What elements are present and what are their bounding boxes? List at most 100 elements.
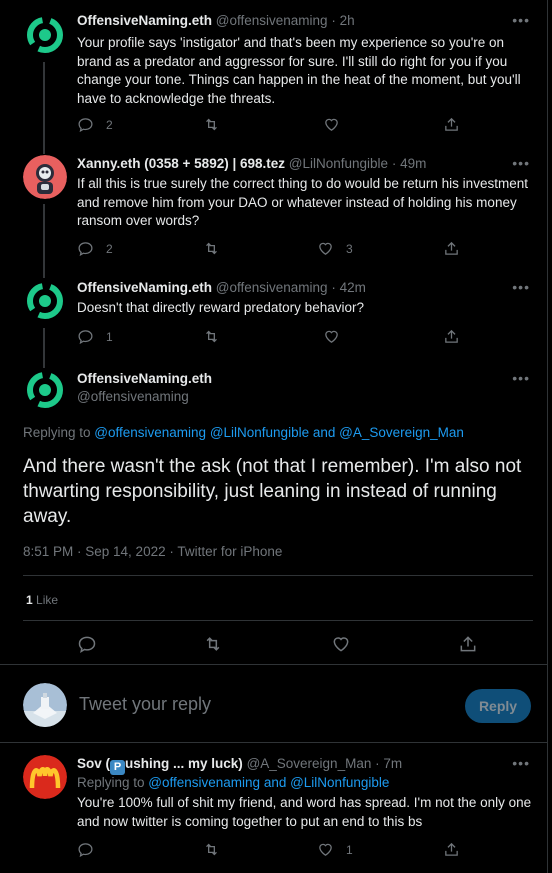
focused-actions xyxy=(77,634,477,656)
heart-icon xyxy=(333,637,349,652)
like-stats[interactable]: 1 Like xyxy=(26,593,58,607)
display-name[interactable]: OffensiveNaming.eth xyxy=(77,371,212,386)
tweet-actions: 2 3 xyxy=(77,240,467,260)
tweet[interactable]: Sov (Pushing ... my luck) @A_Sovereign_M… xyxy=(0,743,548,873)
like-action[interactable]: 3 xyxy=(317,240,353,257)
focused-tweet: OffensiveNaming.eth @offensivenaming •••… xyxy=(0,364,548,664)
display-name[interactable]: OffensiveNaming.eth xyxy=(77,13,212,28)
tweet-header: OffensiveNaming.eth @offensivenaming · 4… xyxy=(77,280,366,295)
user-handle[interactable]: @offensivenaming xyxy=(216,13,328,28)
composer-avatar[interactable] xyxy=(23,683,67,727)
reply-count: 2 xyxy=(106,117,113,132)
like-action[interactable] xyxy=(331,634,351,654)
replying-to-links[interactable]: @offensivenaming @LilNonfungible and @A_… xyxy=(94,425,464,440)
parking-badge-icon: P xyxy=(110,760,126,775)
tweet-text: Your profile says 'instigator' and that'… xyxy=(77,35,521,106)
share-icon xyxy=(460,636,476,652)
like-count: 1 xyxy=(346,842,353,857)
display-name-suffix[interactable]: ushing ... my luck) xyxy=(125,756,243,771)
replying-to-label: Replying to xyxy=(23,425,95,440)
more-icon[interactable]: ••• xyxy=(512,755,530,771)
focused-tweet-text: And there wasn't the ask (not that I rem… xyxy=(23,456,522,527)
user-handle[interactable]: @LilNonfungible xyxy=(289,156,388,171)
tweet-subheader: @offensivenaming xyxy=(77,389,189,404)
like-action[interactable]: 1 xyxy=(317,841,353,858)
tweet-actions: 1 xyxy=(77,328,467,348)
like-stat-count: 1 xyxy=(26,593,33,607)
reply-action[interactable]: 2 xyxy=(77,240,113,257)
avatar[interactable] xyxy=(23,368,67,412)
user-handle[interactable]: @offensivenaming xyxy=(77,389,189,404)
separator: · xyxy=(331,13,336,28)
reply-action[interactable]: 1 xyxy=(77,328,113,345)
retweet-icon xyxy=(206,843,217,856)
reply-icon xyxy=(78,118,93,133)
avatar[interactable] xyxy=(23,755,67,799)
timestamp[interactable]: 7m xyxy=(383,756,402,771)
share-icon xyxy=(445,241,458,255)
tweet-timestamp[interactable]: 8:51 PM · Sep 14, 2022 · Twitter for iPh… xyxy=(23,544,282,559)
share-action[interactable] xyxy=(443,328,460,345)
reply-input[interactable]: Tweet your reply xyxy=(79,694,211,715)
reply-action[interactable] xyxy=(77,634,97,654)
share-action[interactable] xyxy=(443,116,460,133)
timestamp[interactable]: 49m xyxy=(400,156,426,171)
tweet[interactable]: OffensiveNaming.eth @offensivenaming · 4… xyxy=(0,274,548,364)
replying-to: Replying to @offensivenaming @LilNonfung… xyxy=(23,425,464,440)
replying-to-label: Replying to xyxy=(77,775,149,790)
replying-to: Replying to @offensivenaming and @LilNon… xyxy=(77,775,389,790)
replying-to-links[interactable]: @offensivenaming and @LilNonfungible xyxy=(148,775,389,790)
avatar[interactable] xyxy=(23,279,67,323)
avatar[interactable] xyxy=(23,13,67,57)
more-icon[interactable]: ••• xyxy=(512,279,530,295)
retweet-action[interactable] xyxy=(203,240,232,257)
retweet-icon xyxy=(206,637,220,651)
heart-icon xyxy=(325,330,338,343)
separator: · xyxy=(331,280,336,295)
like-stat-label: Like xyxy=(36,593,59,607)
tweet[interactable]: Xanny.eth (0358 + 5892) | 698.tez @LilNo… xyxy=(0,150,548,274)
reply-count: 1 xyxy=(106,329,113,344)
heart-icon xyxy=(319,843,332,856)
reply-count: 2 xyxy=(106,241,113,256)
display-name[interactable]: OffensiveNaming.eth xyxy=(77,280,212,295)
tweet-header: Sov (Pushing ... my luck) @A_Sovereign_M… xyxy=(77,756,402,775)
retweet-icon xyxy=(206,242,217,255)
share-action[interactable] xyxy=(443,240,460,257)
user-handle[interactable]: @A_Sovereign_Man xyxy=(247,756,372,771)
divider xyxy=(23,620,533,621)
share-icon xyxy=(445,842,458,856)
more-icon[interactable]: ••• xyxy=(512,370,530,386)
like-action[interactable] xyxy=(323,328,352,345)
tweet[interactable]: OffensiveNaming.eth @offensivenaming · 2… xyxy=(0,0,548,150)
reply-action[interactable] xyxy=(77,841,106,858)
tweet-header: OffensiveNaming.eth xyxy=(77,371,212,386)
divider xyxy=(0,664,548,665)
share-action[interactable] xyxy=(458,634,478,654)
timestamp[interactable]: 42m xyxy=(340,280,366,295)
share-icon xyxy=(445,329,458,343)
avatar[interactable] xyxy=(23,155,67,199)
tweet-text: If all this is true surely the correct t… xyxy=(77,176,528,228)
share-action[interactable] xyxy=(443,841,460,858)
reply-button[interactable]: Reply xyxy=(465,689,531,723)
thread-line xyxy=(43,274,45,278)
divider xyxy=(23,575,533,576)
timestamp[interactable]: 2h xyxy=(340,13,355,28)
more-icon[interactable]: ••• xyxy=(512,155,530,171)
display-name-prefix[interactable]: Sov ( xyxy=(77,756,110,771)
user-handle[interactable]: @offensivenaming xyxy=(216,280,328,295)
more-icon[interactable]: ••• xyxy=(512,12,530,28)
like-action[interactable] xyxy=(323,116,352,133)
retweet-action[interactable] xyxy=(203,841,232,858)
like-count: 3 xyxy=(346,241,353,256)
tweet-header: OffensiveNaming.eth @offensivenaming · 2… xyxy=(77,13,355,28)
reply-action[interactable]: 2 xyxy=(77,116,113,133)
tweet-header: Xanny.eth (0358 + 5892) | 698.tez @LilNo… xyxy=(77,156,426,171)
separator: · xyxy=(375,756,380,771)
retweet-action[interactable] xyxy=(203,116,232,133)
display-name[interactable]: Xanny.eth (0358 + 5892) | 698.tez xyxy=(77,156,285,171)
retweet-action[interactable] xyxy=(203,634,223,654)
reply-icon xyxy=(78,843,93,858)
retweet-action[interactable] xyxy=(203,328,232,345)
